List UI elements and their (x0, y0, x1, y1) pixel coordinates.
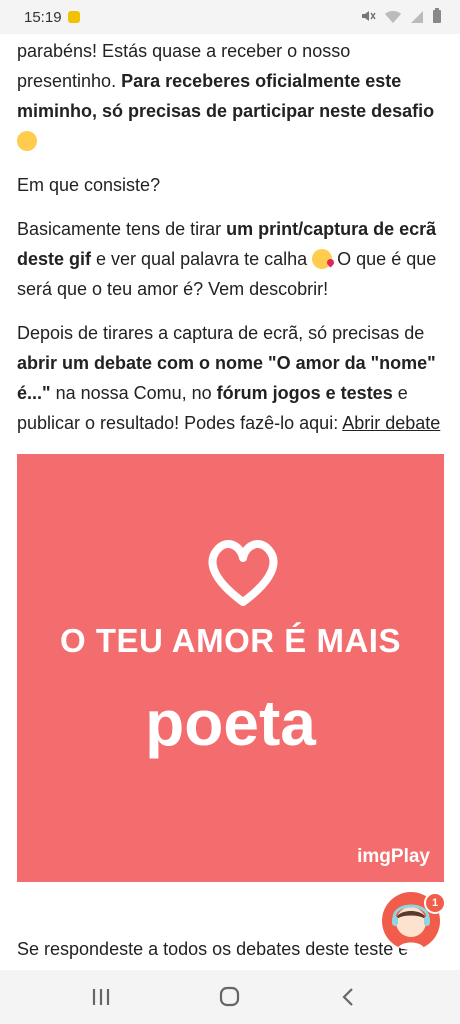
notification-icon (67, 11, 80, 23)
paragraph-text: Basicamente tens de tirar (17, 219, 227, 239)
paragraph-text: e ver qual palavra te calha (91, 249, 313, 269)
footer-paragraph: Se respondeste a todos os debates deste … (17, 939, 409, 959)
gif-result-word: poeta (145, 687, 316, 759)
paragraph-intro: parabéns! Estás quase a receber o nosso … (17, 36, 445, 156)
recent-apps-icon[interactable] (86, 984, 116, 1010)
home-icon[interactable] (214, 984, 244, 1010)
paragraph-steps: Depois de tirares a captura de ecrã, só … (17, 318, 445, 438)
status-icons (360, 8, 442, 24)
back-icon[interactable] (334, 984, 364, 1010)
smile-emoji-icon (17, 131, 37, 151)
navigation-bar (0, 970, 460, 1024)
result-gif: O TEU AMOR É MAIS poeta imgPlay (17, 454, 444, 882)
paragraph-instructions: Basicamente tens de tirar um print/captu… (17, 214, 445, 304)
paragraph-text: na nossa Comu, no (50, 383, 217, 403)
notification-badge: 1 (424, 892, 446, 914)
paragraph-bold-text: fórum jogos e testes (216, 383, 393, 403)
article-body: parabéns! Estás quase a receber o nosso … (17, 36, 445, 452)
wifi-icon (385, 11, 401, 23)
imgplay-watermark: imgPlay (357, 846, 430, 867)
mute-icon (362, 11, 376, 21)
status-time: 15:19 (24, 8, 62, 26)
signal-icon (411, 11, 423, 23)
battery-icon (433, 8, 441, 23)
paragraph-text: Depois de tirares a captura de ecrã, só … (17, 323, 425, 343)
gif-headline: O TEU AMOR É MAIS (60, 622, 401, 659)
paragraph-question: Em que consiste? (17, 175, 161, 195)
kiss-emoji-icon (312, 249, 333, 269)
open-debate-link[interactable]: Abrir debate (342, 413, 440, 433)
status-bar: 15:19 (0, 0, 460, 34)
heart-icon (208, 540, 278, 606)
